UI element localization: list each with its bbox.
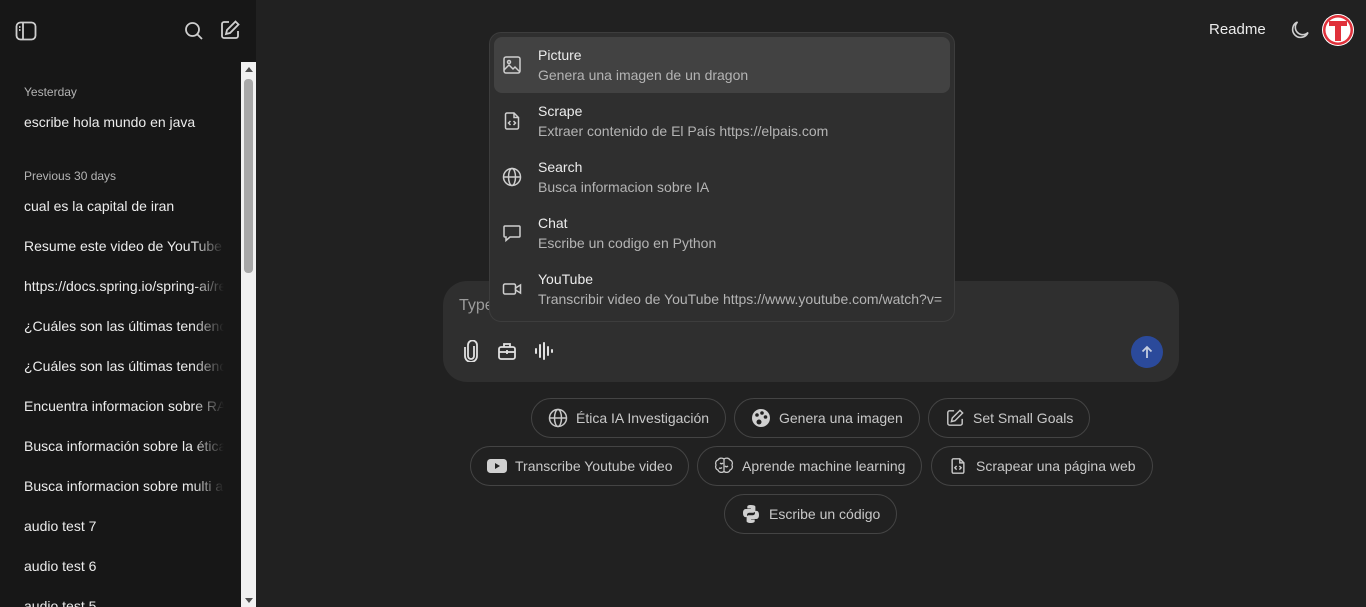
chip-label: Set Small Goals bbox=[973, 410, 1074, 426]
file-code-icon bbox=[502, 111, 522, 131]
dropdown-item-desc: Extraer contenido de El País https://elp… bbox=[538, 123, 829, 139]
avatar-logo-icon bbox=[1323, 15, 1353, 45]
dropdown-item-desc: Escribe un codigo en Python bbox=[538, 235, 717, 251]
dropdown-item-title: YouTube bbox=[538, 271, 594, 287]
dropdown-item-title: Chat bbox=[538, 215, 568, 231]
send-button[interactable] bbox=[1131, 336, 1163, 368]
edit-icon bbox=[945, 408, 965, 428]
tools-briefcase-icon[interactable] bbox=[493, 337, 521, 365]
sidebar-toggle-icon[interactable] bbox=[12, 17, 40, 45]
chat-icon bbox=[502, 223, 522, 243]
image-icon bbox=[502, 55, 522, 75]
conversation-item[interactable]: audio test 7 bbox=[0, 506, 241, 546]
command-dropdown: Picture Genera una imagen de un dragon S… bbox=[489, 32, 955, 322]
globe-icon bbox=[502, 167, 522, 187]
scroll-down-arrow-icon[interactable] bbox=[241, 593, 256, 607]
chip-label: Genera una imagen bbox=[779, 410, 903, 426]
file-code-icon bbox=[948, 456, 968, 476]
conversation-item[interactable]: audio test 6 bbox=[0, 546, 241, 586]
dropdown-item-chat[interactable]: Chat Escribe un codigo en Python bbox=[494, 205, 950, 261]
sidebar-header bbox=[0, 0, 256, 62]
conversation-item[interactable]: Busca información sobre la ética bbox=[0, 426, 241, 466]
palette-icon bbox=[751, 408, 771, 428]
suggestion-chip[interactable]: Set Small Goals bbox=[928, 398, 1091, 438]
youtube-icon bbox=[487, 456, 507, 476]
scroll-up-arrow-icon[interactable] bbox=[241, 62, 256, 76]
dropdown-item-title: Scrape bbox=[538, 103, 583, 119]
voice-waveform-icon[interactable] bbox=[529, 337, 557, 365]
conversation-list: Yesterday escribe hola mundo en java Pre… bbox=[0, 62, 241, 607]
chip-label: Ética IA Investigación bbox=[576, 410, 710, 426]
conversation-item[interactable]: ¿Cuáles son las últimas tendencias bbox=[0, 306, 241, 346]
suggestion-chip[interactable]: Transcribe Youtube video bbox=[470, 446, 690, 486]
dropdown-item-youtube[interactable]: YouTube Transcribir video de YouTube htt… bbox=[494, 261, 950, 317]
conversation-item[interactable]: Resume este video de YouTube bbox=[0, 226, 241, 266]
suggestion-chip[interactable]: Genera una imagen bbox=[734, 398, 920, 438]
video-icon bbox=[502, 279, 522, 299]
suggestion-chip[interactable]: Escribe un código bbox=[724, 494, 898, 534]
sidebar-scrollbar[interactable] bbox=[241, 62, 256, 607]
chip-label: Transcribe Youtube video bbox=[515, 458, 673, 474]
section-label: Yesterday bbox=[24, 85, 77, 99]
dropdown-item-desc: Transcribir video de YouTube https://www… bbox=[538, 291, 943, 307]
suggestion-chip[interactable]: Ética IA Investigación bbox=[531, 398, 727, 438]
conversation-item[interactable]: ¿Cuáles son las últimas tendencias bbox=[0, 346, 241, 386]
chip-label: Aprende machine learning bbox=[742, 458, 906, 474]
chip-label: Scrapear una página web bbox=[976, 458, 1136, 474]
dropdown-item-title: Search bbox=[538, 159, 583, 175]
dropdown-item-scrape[interactable]: Scrape Extraer contenido de El País http… bbox=[494, 93, 950, 149]
dropdown-item-desc: Genera una imagen de un dragon bbox=[538, 67, 749, 83]
dropdown-item-search[interactable]: Search Busca informacion sobre IA bbox=[494, 149, 950, 205]
readme-link[interactable]: Readme bbox=[1209, 20, 1266, 40]
conversation-item[interactable]: cual es la capital de iran bbox=[0, 186, 241, 226]
arrow-up-icon bbox=[1141, 345, 1153, 358]
suggestion-chip[interactable]: Scrapear una página web bbox=[931, 446, 1153, 486]
conversation-item[interactable]: escribe hola mundo en java bbox=[0, 102, 241, 142]
conversation-item[interactable]: audio test 5 bbox=[0, 586, 241, 607]
sidebar: Yesterday escribe hola mundo en java Pre… bbox=[0, 0, 256, 607]
search-icon[interactable] bbox=[180, 17, 208, 45]
brain-icon bbox=[714, 456, 734, 476]
conversation-item[interactable]: https://docs.spring.io/spring-ai/referen… bbox=[0, 266, 241, 306]
attach-paperclip-icon[interactable] bbox=[457, 337, 485, 365]
dropdown-item-title: Picture bbox=[538, 47, 582, 63]
conversation-item[interactable]: Encuentra informacion sobre RAG bbox=[0, 386, 241, 426]
globe-icon bbox=[548, 408, 568, 428]
dropdown-item-picture[interactable]: Picture Genera una imagen de un dragon bbox=[494, 37, 950, 93]
new-chat-icon[interactable] bbox=[216, 16, 244, 44]
chip-label: Escribe un código bbox=[769, 506, 881, 522]
python-icon bbox=[741, 504, 761, 524]
avatar[interactable] bbox=[1322, 14, 1354, 46]
suggestion-chip[interactable]: Aprende machine learning bbox=[697, 446, 923, 486]
scrollbar-thumb[interactable] bbox=[244, 79, 253, 273]
dropdown-item-desc: Busca informacion sobre IA bbox=[538, 179, 710, 195]
theme-toggle-moon-icon[interactable] bbox=[1288, 18, 1312, 47]
conversation-item[interactable]: Busca informacion sobre multi agentes bbox=[0, 466, 241, 506]
section-label: Previous 30 days bbox=[24, 169, 117, 183]
